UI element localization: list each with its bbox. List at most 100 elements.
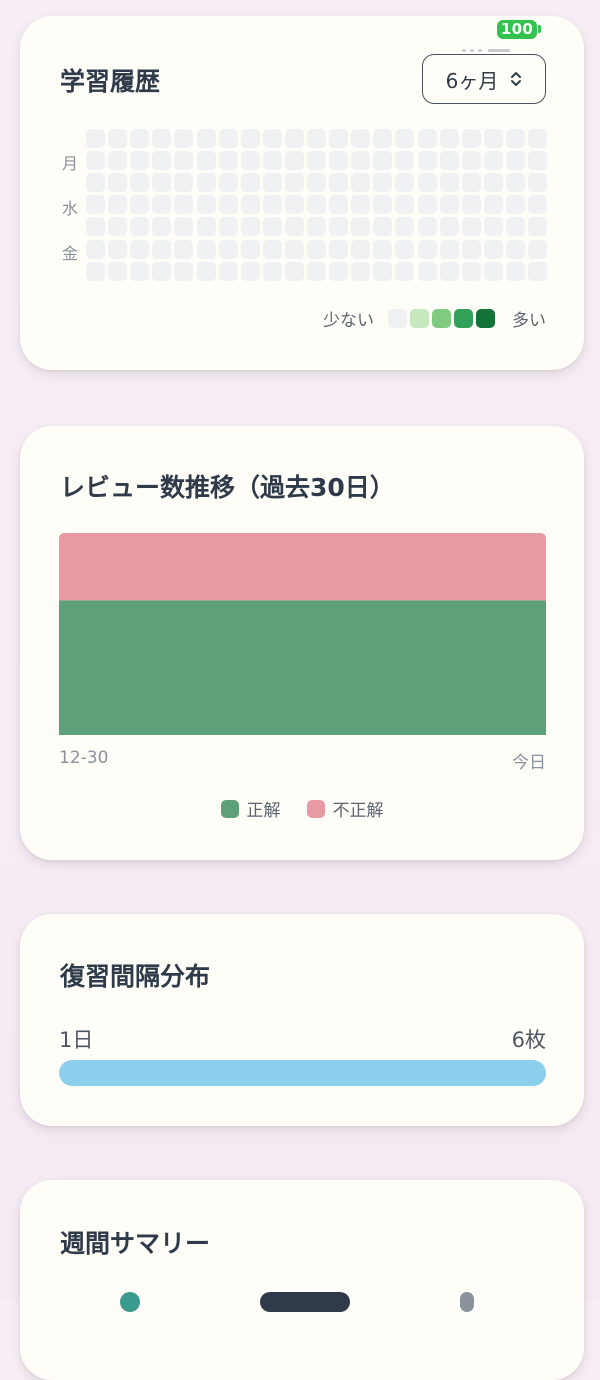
heatmap-cell xyxy=(218,261,238,281)
heatmap-cell xyxy=(483,239,503,259)
heatmap-cell xyxy=(461,173,481,193)
heatmap-cell xyxy=(439,217,459,237)
legend-level-2 xyxy=(432,309,451,328)
legend-level-4 xyxy=(476,309,495,328)
heatmap-cell xyxy=(240,217,260,237)
heatmap-cell xyxy=(528,173,547,193)
weekly-stat-value xyxy=(260,1292,350,1312)
heatmap-cell xyxy=(307,261,326,281)
heatmap-cell xyxy=(86,129,105,148)
heatmap-cell xyxy=(130,173,150,193)
heatmap-cell xyxy=(108,129,128,148)
x-axis-end-label: 今日 xyxy=(512,753,546,773)
weekly-summary-card: 週間サマリー xyxy=(20,1180,584,1380)
review-title: レビュー数推移（過去30日） xyxy=(60,473,395,502)
heatmap-cell xyxy=(262,217,282,237)
heatmap-cell xyxy=(152,195,172,215)
heatmap-cell xyxy=(505,129,525,148)
heatmap-cell xyxy=(262,195,282,215)
heatmap-cell xyxy=(174,151,194,171)
heatmap-cell xyxy=(174,173,194,193)
heatmap-cell xyxy=(284,129,304,148)
area-series-correct xyxy=(59,600,546,735)
legend-label-correct: 正解 xyxy=(246,801,281,821)
heatmap-cell xyxy=(505,195,525,215)
heatmap-cell xyxy=(240,173,260,193)
heatmap-cell xyxy=(152,261,172,281)
heatmap-cell xyxy=(240,151,260,171)
heatmap-cell xyxy=(483,129,503,148)
heatmap-cell xyxy=(417,173,437,193)
history-card: 学習履歴 6ヶ月 月 水 金 少ない 多い xyxy=(20,16,584,370)
heatmap-cell xyxy=(329,195,349,215)
heatmap-cell xyxy=(439,173,459,193)
heatmap-cell xyxy=(417,195,437,215)
heatmap-cell xyxy=(284,151,304,171)
heatmap-cell xyxy=(373,129,393,148)
heatmap-cell xyxy=(483,195,503,215)
heatmap-cell xyxy=(439,195,459,215)
legend-more-label: 多い xyxy=(512,311,546,331)
heatmap-cell xyxy=(395,239,415,259)
heatmap-legend: 少ない 多い xyxy=(323,306,546,331)
heatmap-cell xyxy=(174,129,194,148)
history-title: 学習履歴 xyxy=(60,67,161,96)
weekly-stat-icon-1 xyxy=(120,1292,140,1312)
review-legend: 正解 不正解 xyxy=(20,796,584,821)
heatmap-cell xyxy=(417,151,437,171)
heatmap-cell xyxy=(284,217,304,237)
heatmap-cell xyxy=(152,217,172,237)
heatmap-cell xyxy=(417,261,437,281)
heatmap-cell xyxy=(196,239,216,259)
weekly-stat-icon-2 xyxy=(460,1292,474,1312)
heatmap-cell xyxy=(528,151,547,171)
heatmap-cell xyxy=(262,129,282,148)
heatmap-cell xyxy=(329,129,349,148)
range-select[interactable]: 6ヶ月 xyxy=(422,54,546,104)
heatmap-cell xyxy=(483,217,503,237)
interval-bar-fill xyxy=(59,1060,546,1086)
heatmap-cell xyxy=(307,129,326,148)
heatmap-cell xyxy=(86,195,105,215)
heatmap-cell xyxy=(196,129,216,148)
heatmap-cell xyxy=(461,195,481,215)
heatmap-cell xyxy=(351,129,371,148)
heatmap-cell xyxy=(218,129,238,148)
heatmap-cell xyxy=(196,195,216,215)
heatmap-cell xyxy=(395,129,415,148)
heatmap-cell xyxy=(152,239,172,259)
battery-indicator: 100 xyxy=(497,20,537,39)
heatmap-cell xyxy=(86,217,105,237)
heatmap-cell xyxy=(108,217,128,237)
heatmap-cell xyxy=(373,261,393,281)
heatmap-cell xyxy=(439,151,459,171)
heatmap-cell xyxy=(108,239,128,259)
heatmap-cell xyxy=(528,129,547,148)
heatmap-cell xyxy=(505,217,525,237)
day-label-wed: 水 xyxy=(61,199,78,218)
heatmap-cell xyxy=(130,217,150,237)
heatmap-cell xyxy=(505,151,525,171)
activity-heatmap xyxy=(86,129,548,283)
heatmap-cell xyxy=(174,261,194,281)
heatmap-cell xyxy=(196,217,216,237)
heatmap-cell xyxy=(351,151,371,171)
heatmap-cell xyxy=(218,217,238,237)
heatmap-cell xyxy=(196,151,216,171)
weekly-title: 週間サマリー xyxy=(60,1229,211,1258)
heatmap-cell xyxy=(174,217,194,237)
heatmap-cell xyxy=(262,151,282,171)
heatmap-cell xyxy=(262,261,282,281)
heatmap-cell xyxy=(505,239,525,259)
heatmap-cell xyxy=(240,195,260,215)
heatmap-cell xyxy=(373,217,393,237)
area-series-incorrect xyxy=(59,533,546,601)
heatmap-cell xyxy=(174,195,194,215)
heatmap-cell xyxy=(284,195,304,215)
interval-bucket-label: 1日 xyxy=(59,1028,94,1052)
heatmap-cell xyxy=(329,173,349,193)
heatmap-cell xyxy=(284,239,304,259)
interval-bar-track xyxy=(59,1060,546,1086)
heatmap-cell xyxy=(174,239,194,259)
heatmap-cell xyxy=(152,129,172,148)
